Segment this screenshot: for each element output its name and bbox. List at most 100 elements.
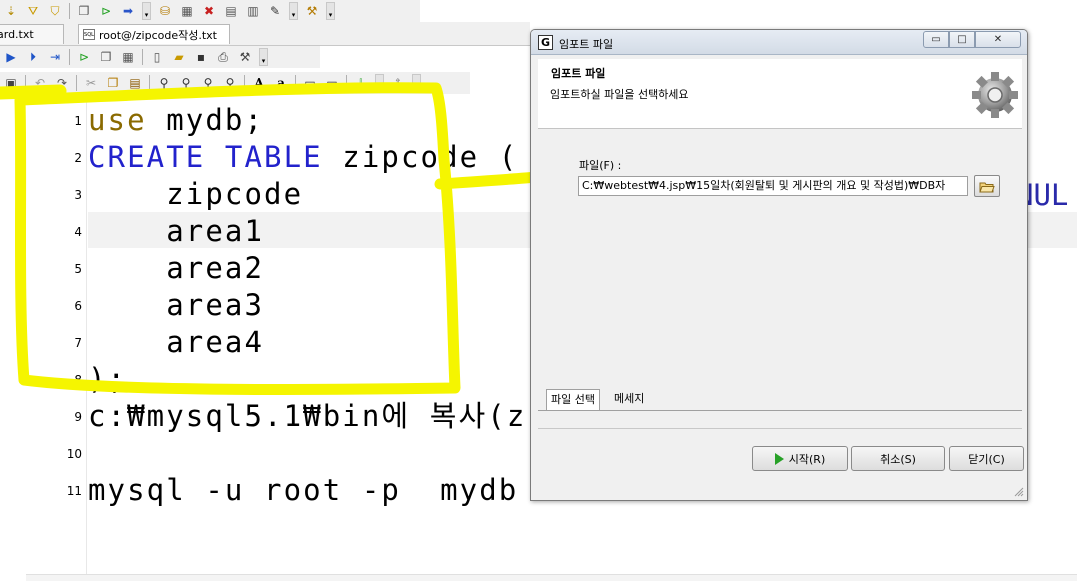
tools-icon[interactable]: ⚒ — [236, 48, 254, 66]
dialog-tabs: 파일 선택 메세지 — [538, 389, 1022, 411]
line-number: 1 — [74, 114, 82, 128]
play-icon — [774, 452, 784, 465]
code-token: mydb; — [146, 103, 265, 137]
maximize-button[interactable]: □ — [949, 31, 975, 48]
close-button[interactable]: 닫기(C) — [949, 446, 1024, 471]
tab-zipcode[interactable]: SQL root@/zipcode작성.txt — [78, 24, 230, 44]
find-next-icon[interactable]: ⚲ — [177, 74, 195, 92]
minimize-button[interactable]: ▭ — [923, 31, 949, 48]
run-dropdown[interactable]: ▾ — [142, 2, 151, 20]
file-path-input[interactable]: C:₩webtest₩4.jsp₩15일차(회원탈퇴 및 게시판의 개요 및 작… — [578, 176, 968, 196]
run-script-icon[interactable]: ⊳ — [75, 48, 93, 66]
toolbar-separator — [69, 49, 70, 65]
dialog-titlebar[interactable]: G 임포트 파일 ▭ □ ✕ — [531, 30, 1027, 55]
close-window-button[interactable]: ✕ — [975, 31, 1021, 48]
browse-button[interactable] — [974, 175, 1000, 197]
app-logo-icon: G — [538, 35, 553, 50]
horizontal-scrollbar[interactable] — [26, 574, 1077, 581]
close-button-label: 닫기(C) — [968, 452, 1005, 466]
grid-icon[interactable]: ▦ — [178, 2, 196, 20]
editor-tabs: ard.txt SQL root@/zipcode작성.txt — [0, 22, 530, 46]
print-icon[interactable]: ⎙ — [214, 48, 232, 66]
sql-keyword: CREATE TABLE — [88, 140, 323, 174]
sql-export-icon[interactable]: ⇧ — [389, 74, 407, 92]
copy-icon[interactable]: ❐ — [75, 2, 93, 20]
lowercase-button[interactable]: a — [272, 74, 290, 92]
start-button-label: 시작(R) — [788, 452, 826, 466]
cancel-button[interactable]: 취소(S) — [851, 446, 945, 471]
delete-icon[interactable]: ✖ — [200, 2, 218, 20]
preview-icon[interactable]: ▣ — [2, 74, 20, 92]
redo-icon[interactable]: ↷ — [53, 74, 71, 92]
funnel-icon[interactable]: ⛛ — [24, 2, 42, 20]
start-button[interactable]: 시작(R) — [752, 446, 848, 471]
main-toolbar: ⇣ ⛛ ⛉ ❐ ⊳ ➡ ▾ ⛁ ▦ ✖ ▤ ▥ ✎ ▾ ⚒ ▾ — [0, 0, 420, 22]
copy-icon[interactable]: ❐ — [104, 74, 122, 92]
toolbar-separator — [244, 75, 245, 91]
line-number: 10 — [66, 447, 82, 461]
code-token: area4 — [88, 325, 265, 359]
code-text: zipcode — [88, 179, 303, 209]
code-token: c:₩mysql5.1₩bin에 복사(z — [88, 399, 527, 433]
goto-icon[interactable]: ⚲ — [221, 74, 239, 92]
code-token: area3 — [88, 288, 265, 322]
undo-icon[interactable]: ↶ — [31, 74, 49, 92]
toolbar-separator — [346, 75, 347, 91]
toolbar-separator — [69, 3, 70, 19]
code-token: area2 — [88, 251, 265, 285]
sql-format-icon[interactable]: ⇩ — [352, 74, 370, 92]
sql-export-dropdown[interactable]: ▾ — [412, 74, 421, 92]
execute-current-icon[interactable]: ⏵ — [24, 48, 42, 66]
line-number: 5 — [74, 262, 82, 276]
script-dropdown[interactable]: ▾ — [289, 2, 298, 20]
tools-dropdown[interactable]: ▾ — [326, 2, 335, 20]
line-number: 4 — [74, 225, 82, 239]
save-icon[interactable]: ▪ — [192, 48, 210, 66]
step-icon[interactable]: ⊳ — [97, 2, 115, 20]
funnel-check-icon[interactable]: ⛉ — [46, 2, 64, 20]
open-folder-icon[interactable]: ▰ — [170, 48, 188, 66]
edit-toolbar: ▣ ↶ ↷ ✂ ❐ ▤ ⚲ ⚲ ⚲ ⚲ A a ▭ ▭ ⇩ ▾ ⇧ ▾ — [0, 72, 470, 94]
paste-icon[interactable]: ▤ — [126, 74, 144, 92]
script-icon[interactable]: ✎ — [266, 2, 284, 20]
line-number: 7 — [74, 336, 82, 350]
run-icon[interactable]: ➡ — [119, 2, 137, 20]
find-icon[interactable]: ⚲ — [155, 74, 173, 92]
code-text: area1 — [88, 216, 264, 246]
toolbar-separator — [76, 75, 77, 91]
new-file-icon[interactable]: ▯ — [148, 48, 166, 66]
line-number: 9 — [74, 410, 82, 424]
doc-icon[interactable]: ▤ — [222, 2, 240, 20]
code-token: zipcode — [88, 177, 304, 211]
uppercase-button[interactable]: A — [250, 74, 268, 92]
code-text: mysql -u root -p mydb < — [88, 475, 557, 505]
arrow-icon[interactable]: ⇣ — [2, 2, 20, 20]
copy-icon[interactable]: ❐ — [97, 48, 115, 66]
db-icon[interactable]: ⛁ — [156, 2, 174, 20]
file-label: 파일(F) : — [579, 159, 622, 172]
execute-icon[interactable]: ▶ — [2, 48, 20, 66]
dialog-title: 임포트 파일 — [559, 38, 614, 51]
tab-label: ard.txt — [0, 28, 34, 41]
editor-tools-dropdown[interactable]: ▾ — [259, 48, 268, 66]
tab-panel-border — [538, 410, 1022, 411]
tab-messages[interactable]: 메세지 — [610, 389, 648, 410]
uncomment-icon[interactable]: ▭ — [323, 74, 341, 92]
tab-label: root@/zipcode작성.txt — [99, 28, 217, 42]
code-text: c:₩mysql5.1₩bin에 복사(z — [88, 401, 526, 431]
table-icon[interactable]: ▦ — [119, 48, 137, 66]
tools-icon[interactable]: ⚒ — [303, 2, 321, 20]
step-into-icon[interactable]: ⇥ — [46, 48, 64, 66]
tab-file-select[interactable]: 파일 선택 — [546, 389, 600, 411]
comment-icon[interactable]: ▭ — [301, 74, 319, 92]
replace-icon[interactable]: ⚲ — [199, 74, 217, 92]
code-text: use mydb; — [88, 105, 264, 135]
cut-icon[interactable]: ✂ — [82, 74, 100, 92]
resize-grip-icon[interactable] — [1012, 485, 1024, 497]
code-token: area1 — [88, 214, 265, 248]
open-folder-icon — [979, 182, 995, 192]
sql-format-dropdown[interactable]: ▾ — [375, 74, 384, 92]
tab-file-1[interactable]: ard.txt — [0, 24, 64, 44]
line-number: 3 — [74, 188, 82, 202]
doc2-icon[interactable]: ▥ — [244, 2, 262, 20]
